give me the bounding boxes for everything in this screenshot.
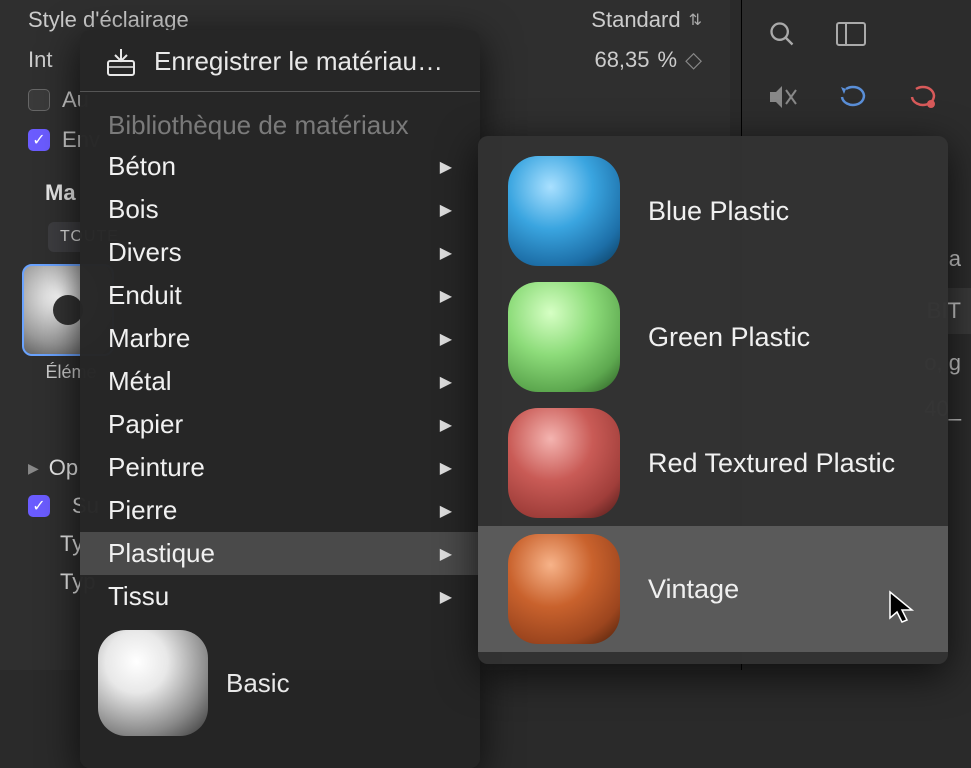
submenu-label: Vintage [648,574,739,605]
submenu-item-blue-plastic[interactable]: Blue Plastic [478,148,948,274]
intensity-label: Int [28,47,52,73]
vintage-swatch [508,534,620,644]
op-label: Op [49,455,78,481]
save-icon [104,47,138,77]
submenu-item-red-textured-plastic[interactable]: Red Textured Plastic [478,400,948,526]
menu-item-plastique[interactable]: Plastique▶ [80,532,480,575]
menu-item-pierre[interactable]: Pierre▶ [80,489,480,532]
menu-divider [80,91,480,92]
search-icon[interactable] [768,20,796,54]
material-menu[interactable]: Enregistrer le matériau… Bibliothèque de… [80,30,480,768]
library-header: Bibliothèque de matériaux [80,100,480,145]
menu-item-papier[interactable]: Papier▶ [80,403,480,446]
basic-label: Basic [226,668,290,699]
chevron-right-icon: ▶ [440,415,452,435]
triangle-right-icon: ▶ [28,460,39,477]
submenu-item-green-plastic[interactable]: Green Plastic [478,274,948,400]
chevron-right-icon: ▶ [440,286,452,306]
panel-icon[interactable] [836,22,866,52]
chevron-right-icon: ▶ [440,587,452,607]
chevron-right-icon: ▶ [440,243,452,263]
chevron-right-icon: ▶ [440,458,452,478]
chevron-right-icon: ▶ [440,200,452,220]
menu-item-marbre[interactable]: Marbre▶ [80,317,480,360]
submenu-label: Blue Plastic [648,196,789,227]
chevron-right-icon: ▶ [440,157,452,177]
menu-item-divers[interactable]: Divers▶ [80,231,480,274]
chevron-right-icon: ▶ [440,501,452,521]
plastic-submenu[interactable]: Blue Plastic Green Plastic Red Textured … [478,136,948,664]
menu-item-peinture[interactable]: Peinture▶ [80,446,480,489]
intensity-unit: % [658,47,678,73]
mute-icon[interactable] [768,84,798,116]
menu-item-metal[interactable]: Métal▶ [80,360,480,403]
red-plastic-swatch [508,408,620,518]
menu-item-enduit[interactable]: Enduit▶ [80,274,480,317]
env-checkbox[interactable]: ✓ [28,129,50,151]
green-plastic-swatch [508,282,620,392]
menu-item-tissu[interactable]: Tissu▶ [80,575,480,618]
loop-icon[interactable] [838,84,868,116]
save-material-label: Enregistrer le matériau… [154,46,443,77]
blue-plastic-swatch [508,156,620,266]
intensity-value: 68,35 [594,47,649,73]
menu-item-beton[interactable]: Béton▶ [80,145,480,188]
auto-checkbox[interactable] [28,89,50,111]
basic-swatch [98,630,208,736]
diamond-keyframe-icon[interactable]: ◇ [685,47,702,73]
submenu-label: Red Textured Plastic [648,448,895,479]
material-basic[interactable]: Basic [80,618,480,748]
chevron-right-icon: ▶ [440,372,452,392]
save-material-item[interactable]: Enregistrer le matériau… [80,40,480,83]
record-loop-icon[interactable] [908,84,938,116]
menu-item-bois[interactable]: Bois▶ [80,188,480,231]
chevron-updown-icon: ⇅ [689,10,702,30]
submenu-label: Green Plastic [648,322,810,353]
submenu-item-vintage[interactable]: Vintage [478,526,948,652]
su-checkbox[interactable]: ✓ [28,495,50,517]
chevron-right-icon: ▶ [440,544,452,564]
chevron-right-icon: ▶ [440,329,452,349]
lighting-style-value[interactable]: Standard ⇅ [591,7,702,33]
